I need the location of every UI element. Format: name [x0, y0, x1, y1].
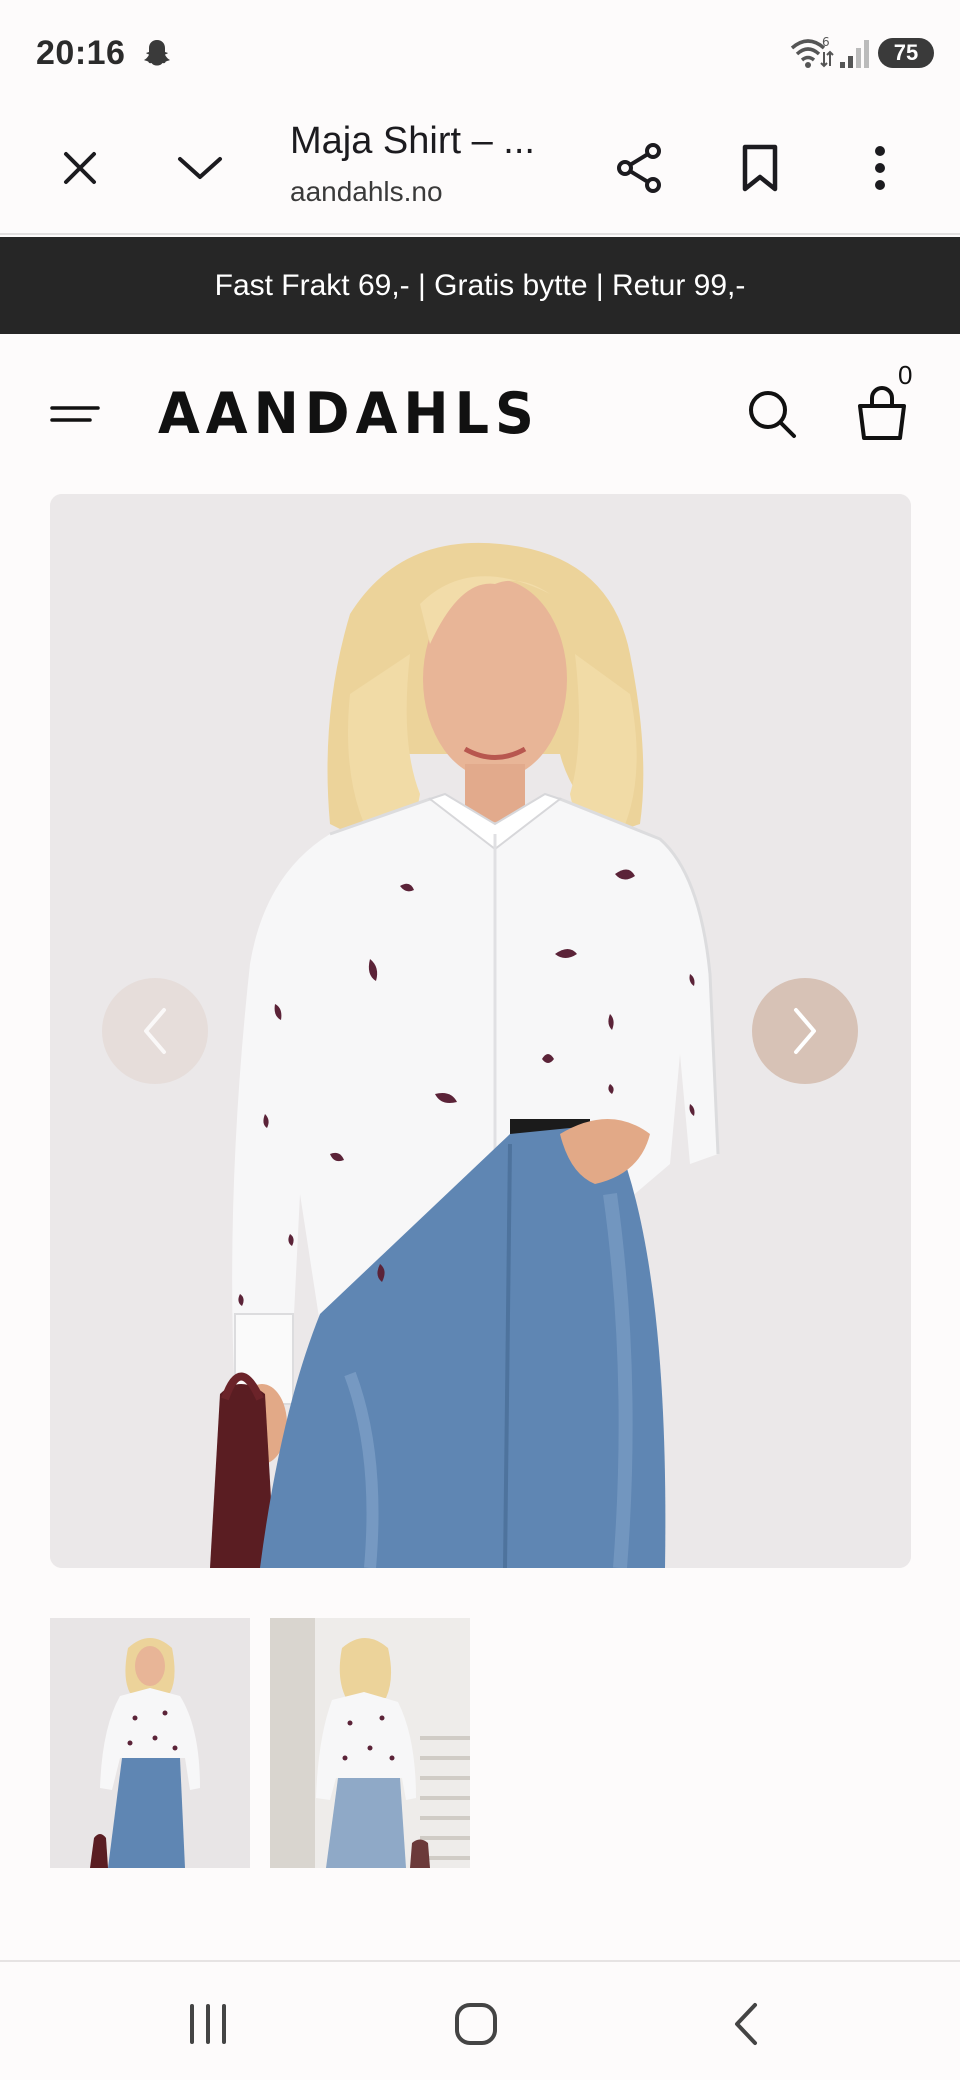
chevron-left-icon — [144, 1008, 166, 1054]
share-button[interactable] — [600, 128, 680, 208]
bookmark-icon — [742, 144, 778, 192]
browser-toolbar: Maja Shirt – ... aandahls.no — [0, 100, 960, 235]
screen: 20:16 6 75 Maja Shirt – ... aandahls.no … — [0, 0, 960, 2080]
battery-icon: 75 — [878, 38, 934, 68]
back-button[interactable] — [696, 1986, 796, 2062]
wifi-icon: 6 — [790, 36, 834, 68]
snapchat-icon — [144, 40, 170, 66]
back-icon — [735, 2003, 757, 2045]
close-icon — [64, 152, 96, 184]
more-options-button[interactable] — [840, 128, 920, 208]
svg-text:6: 6 — [822, 36, 830, 49]
bookmark-button[interactable] — [720, 128, 800, 208]
chevron-down-icon — [178, 157, 222, 179]
share-icon — [617, 143, 661, 193]
signal-icon — [840, 40, 869, 68]
chevron-right-icon — [794, 1008, 816, 1054]
recent-apps-icon — [190, 2004, 226, 2044]
site-header: AANDAHLS 0 — [0, 334, 960, 494]
page-url[interactable]: aandahls.no — [290, 176, 443, 208]
minimize-button[interactable] — [160, 128, 240, 208]
hamburger-menu-icon[interactable] — [46, 384, 106, 444]
next-image-button[interactable] — [752, 978, 858, 1084]
recent-apps-button[interactable] — [158, 1986, 258, 2062]
more-vert-icon — [875, 146, 885, 190]
thumbnail-back[interactable] — [270, 1618, 470, 1868]
thumbnail-front[interactable] — [50, 1618, 250, 1868]
product-photo-front — [50, 1618, 250, 1868]
cart-count: 0 — [898, 360, 913, 390]
status-time: 20:16 — [36, 34, 126, 72]
close-tab-button[interactable] — [40, 128, 120, 208]
product-photo-back — [270, 1618, 470, 1868]
home-button[interactable] — [426, 1986, 526, 2062]
page-title: Maja Shirt – ... — [290, 120, 535, 162]
status-bar: 20:16 6 75 — [0, 0, 960, 100]
announcement-bar: Fast Frakt 69,- | Gratis bytte | Retur 9… — [0, 237, 960, 334]
product-image-gallery[interactable] — [50, 494, 911, 1568]
previous-image-button[interactable] — [102, 978, 208, 1084]
search-icon[interactable] — [744, 386, 800, 442]
home-icon — [455, 2003, 497, 2045]
system-navigation-bar — [0, 1960, 960, 2080]
site-logo[interactable]: AANDAHLS — [158, 380, 540, 446]
